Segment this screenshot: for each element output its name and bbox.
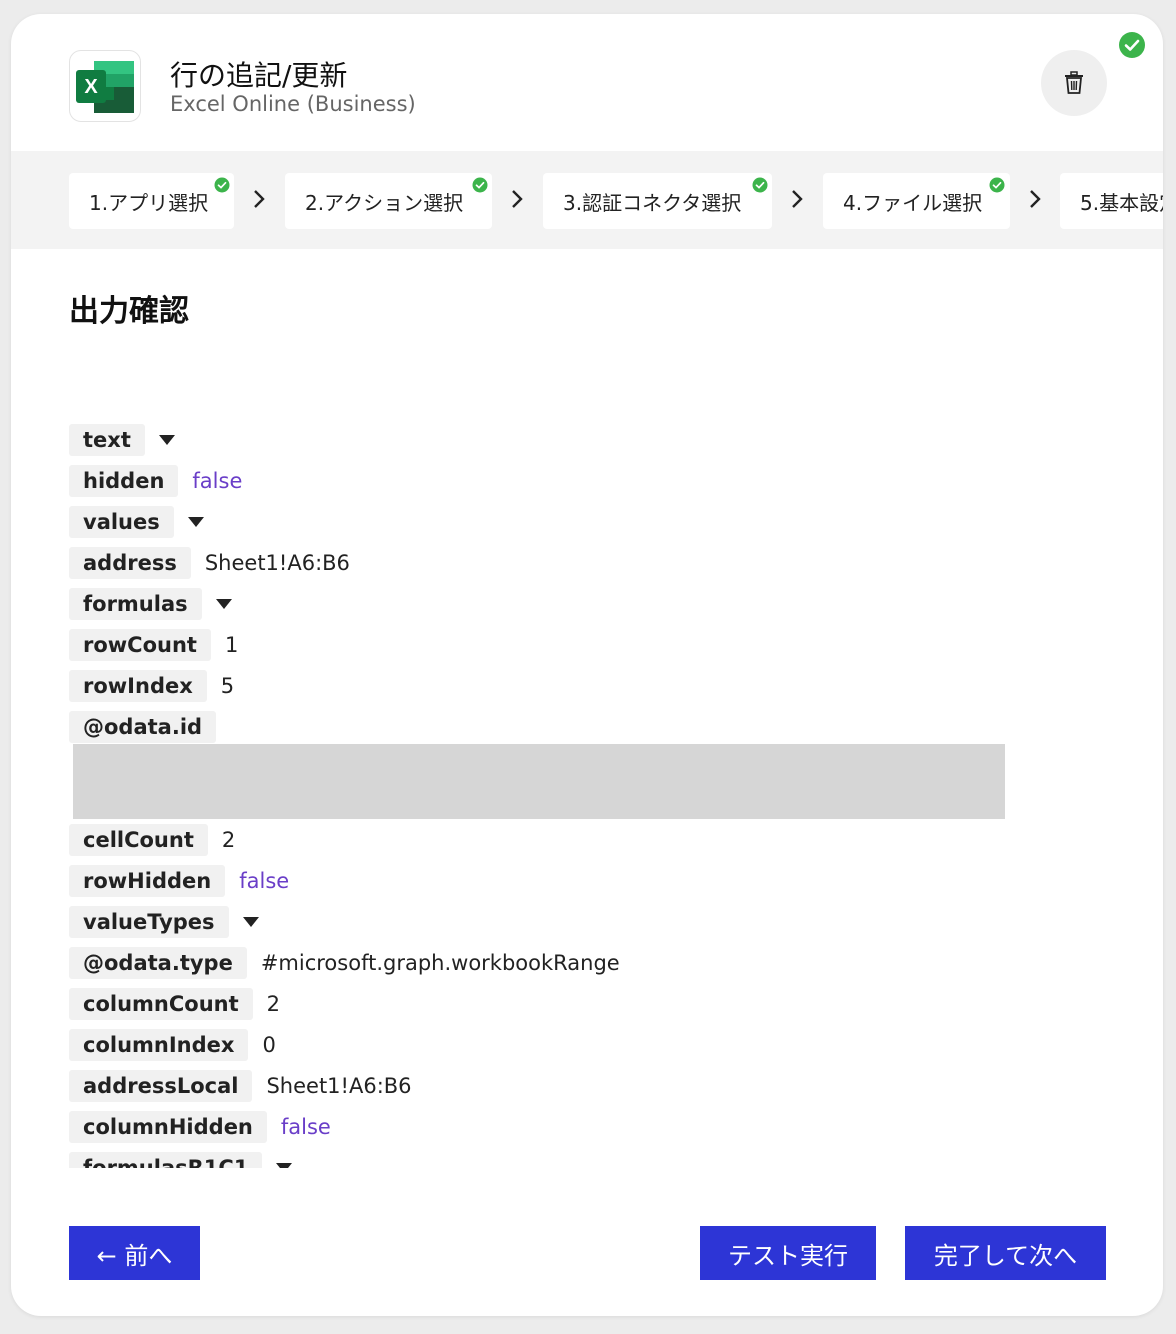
app-name: Excel Online (Business): [170, 92, 416, 116]
action-card: X 行の追記/更新 Excel Online (Business) 1.アプリ選…: [11, 14, 1163, 1316]
expand-toggle-icon[interactable]: [276, 1163, 293, 1168]
output-value: false: [239, 869, 290, 893]
output-row: formulas: [69, 588, 232, 620]
step-label: 2.アクション選択: [305, 190, 464, 215]
chevron-right-icon: [1030, 190, 1041, 208]
output-key: columnCount: [69, 988, 253, 1020]
output-key: text: [69, 424, 145, 456]
output-row: values: [69, 506, 204, 538]
step-4-file-select[interactable]: 4.ファイル選択: [823, 173, 1010, 229]
test-run-button[interactable]: テスト実行: [700, 1226, 876, 1280]
svg-text:X: X: [84, 76, 98, 98]
chevron-right-icon: [254, 190, 265, 208]
redacted-value: [73, 744, 1005, 819]
step-label: 4.ファイル選択: [843, 190, 983, 215]
output-row: rowHidden false: [69, 865, 289, 897]
output-row: @odata.id: [69, 711, 217, 743]
output-key: address: [69, 547, 191, 579]
output-value: Sheet1!A6:B6: [204, 551, 350, 575]
output-key: values: [69, 506, 174, 538]
step-label: 5.基本設定: [1080, 190, 1163, 215]
chevron-right-icon: [512, 190, 523, 208]
output-value: 0: [262, 1033, 276, 1057]
output-key: cellCount: [69, 824, 208, 856]
excel-app-icon: X: [69, 50, 141, 122]
prev-button[interactable]: ← 前へ: [69, 1226, 200, 1280]
output-row: formulasR1C1: [69, 1152, 293, 1168]
output-value: Sheet1!A6:B6: [266, 1074, 412, 1098]
check-circle-icon: [214, 177, 230, 193]
step-3-connector-select[interactable]: 3.認証コネクタ選択: [543, 173, 772, 229]
output-key: addressLocal: [69, 1070, 253, 1102]
check-circle-icon: [1118, 31, 1146, 63]
section-title: 出力確認: [69, 294, 189, 329]
chevron-right-icon: [792, 190, 803, 208]
output-key: rowIndex: [69, 670, 207, 702]
card-header: X 行の追記/更新 Excel Online (Business): [11, 14, 1163, 151]
output-value: #microsoft.graph.workbookRange: [260, 951, 620, 975]
expand-toggle-icon[interactable]: [158, 435, 175, 445]
output-value: false: [280, 1115, 331, 1139]
output-value: 2: [221, 828, 236, 852]
output-row: rowIndex 5: [69, 670, 234, 702]
output-row: rowCount 1: [69, 629, 238, 661]
output-row: hidden false: [69, 465, 242, 497]
output-row: columnHidden false: [69, 1111, 331, 1143]
output-row: @odata.type #microsoft.graph.workbookRan…: [69, 947, 620, 979]
output-key: @odata.type: [69, 947, 247, 979]
output-key: formulasR1C1: [69, 1152, 263, 1168]
output-row: valueTypes: [69, 906, 259, 938]
output-row: addressLocal Sheet1!A6:B6: [69, 1070, 412, 1102]
output-key: rowCount: [69, 629, 211, 661]
output-row: cellCount 2: [69, 824, 235, 856]
output-key: columnHidden: [69, 1111, 267, 1143]
output-row: columnCount 2: [69, 988, 280, 1020]
step-label: 3.認証コネクタ選択: [563, 190, 742, 215]
output-key: formulas: [69, 588, 202, 620]
expand-toggle-icon[interactable]: [215, 599, 232, 609]
output-key: valueTypes: [69, 906, 229, 938]
output-value: false: [192, 469, 243, 493]
step-5-basic-settings[interactable]: 5.基本設定: [1060, 173, 1163, 229]
step-label: 1.アプリ選択: [89, 190, 209, 215]
check-circle-icon: [472, 177, 488, 193]
check-circle-icon: [752, 177, 768, 193]
step-2-action-select[interactable]: 2.アクション選択: [285, 173, 492, 229]
step-navigation: 1.アプリ選択 2.アクション選択 3.認証コネクタ選択 4.ファイル選択 5.…: [11, 151, 1163, 249]
output-json-viewer: text hidden false values address Sheet1!…: [69, 418, 1069, 1168]
check-circle-icon: [989, 177, 1005, 193]
output-row: text: [69, 424, 175, 456]
output-value: 2: [266, 992, 281, 1016]
expand-toggle-icon[interactable]: [242, 917, 259, 927]
output-key: columnIndex: [69, 1029, 249, 1061]
output-key: @odata.id: [69, 711, 217, 743]
expand-toggle-icon[interactable]: [187, 517, 204, 527]
step-1-app-select[interactable]: 1.アプリ選択: [69, 173, 234, 229]
complete-next-button[interactable]: 完了して次へ: [905, 1226, 1106, 1280]
output-row: columnIndex 0: [69, 1029, 276, 1061]
output-key: rowHidden: [69, 865, 226, 897]
output-value: 5: [220, 674, 235, 698]
output-value: 1: [224, 633, 239, 657]
delete-button[interactable]: [1041, 50, 1107, 116]
trash-icon: [1065, 71, 1083, 94]
output-key: hidden: [69, 465, 179, 497]
action-title: 行の追記/更新: [170, 59, 348, 92]
output-row: address Sheet1!A6:B6: [69, 547, 350, 579]
